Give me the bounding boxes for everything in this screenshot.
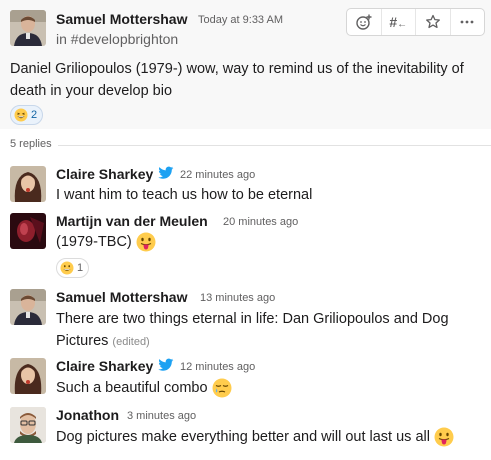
- reply-text: Such a beautiful combo: [56, 380, 208, 396]
- reply-text: Dog pictures make everything better and …: [56, 429, 430, 445]
- reply-timestamp[interactable]: 12 minutes ago: [180, 361, 255, 373]
- reaction-pill[interactable]: 1: [56, 258, 90, 278]
- replies-divider: [58, 145, 491, 146]
- reply-text-line: Dog pictures make everything better and …: [56, 426, 488, 448]
- share-to-channel-icon: #←: [389, 14, 408, 30]
- reply-text-line: Such a beautiful combo: [56, 377, 486, 399]
- message-author[interactable]: Samuel Mottershaw: [56, 11, 187, 27]
- reply-text: I want him to teach us how to be eternal: [56, 187, 313, 203]
- avatar-jonathon[interactable]: [10, 407, 46, 443]
- reaction-count: 2: [31, 109, 38, 121]
- message-text: Daniel Griliopoulos (1979-) wow, way to …: [10, 61, 464, 99]
- reply-author[interactable]: Claire Sharkey: [56, 358, 153, 374]
- tongue-out-emoji: [434, 427, 454, 447]
- grinning-emoji: [60, 261, 74, 275]
- edited-label: (edited): [112, 336, 150, 348]
- replies-count: 5 replies: [10, 138, 52, 150]
- reply-text-block: There are two things eternal in life: Da…: [56, 308, 476, 353]
- channel-link[interactable]: in #developbrighton: [56, 31, 178, 47]
- twitter-icon: [158, 358, 174, 371]
- reply-timestamp[interactable]: 3 minutes ago: [127, 410, 196, 422]
- reaction-count: 1: [77, 262, 84, 274]
- reply-timestamp[interactable]: 22 minutes ago: [180, 169, 255, 181]
- message-timestamp[interactable]: Today at 9:33 AM: [198, 14, 283, 26]
- reply-author[interactable]: Jonathon: [56, 407, 119, 423]
- reply-author[interactable]: Claire Sharkey: [56, 166, 153, 182]
- star-icon: [425, 14, 440, 29]
- star-button[interactable]: [416, 9, 451, 35]
- more-actions-button[interactable]: [451, 9, 485, 35]
- reply-author[interactable]: Samuel Mottershaw: [56, 289, 187, 305]
- avatar-samuel[interactable]: [10, 289, 46, 325]
- tongue-out-emoji: [136, 232, 156, 252]
- reply-timestamp[interactable]: 13 minutes ago: [200, 292, 275, 304]
- grinning-squint-emoji: [14, 108, 28, 122]
- reply-author[interactable]: Martijn van der Meulen: [56, 213, 208, 229]
- more-icon: [460, 20, 474, 24]
- add-reaction-icon: [356, 14, 372, 30]
- reaction-pill[interactable]: 2: [10, 105, 44, 125]
- share-to-channel-button[interactable]: #←: [382, 9, 416, 35]
- reply-text: (1979-TBC): [56, 234, 132, 250]
- avatar-claire[interactable]: [10, 358, 46, 394]
- sleepy-face-emoji: [212, 378, 232, 398]
- reply-timestamp[interactable]: 20 minutes ago: [223, 216, 298, 228]
- reply-text-line: (1979-TBC): [56, 231, 486, 253]
- parent-message: Samuel Mottershaw Today at 9:33 AM in #d…: [0, 0, 491, 129]
- avatar-martijn[interactable]: [10, 213, 46, 249]
- message-actions-toolbar: #←: [346, 8, 485, 36]
- twitter-icon: [158, 166, 174, 179]
- avatar-samuel[interactable]: [10, 10, 46, 46]
- add-reaction-button[interactable]: [347, 9, 382, 35]
- avatar-claire[interactable]: [10, 166, 46, 202]
